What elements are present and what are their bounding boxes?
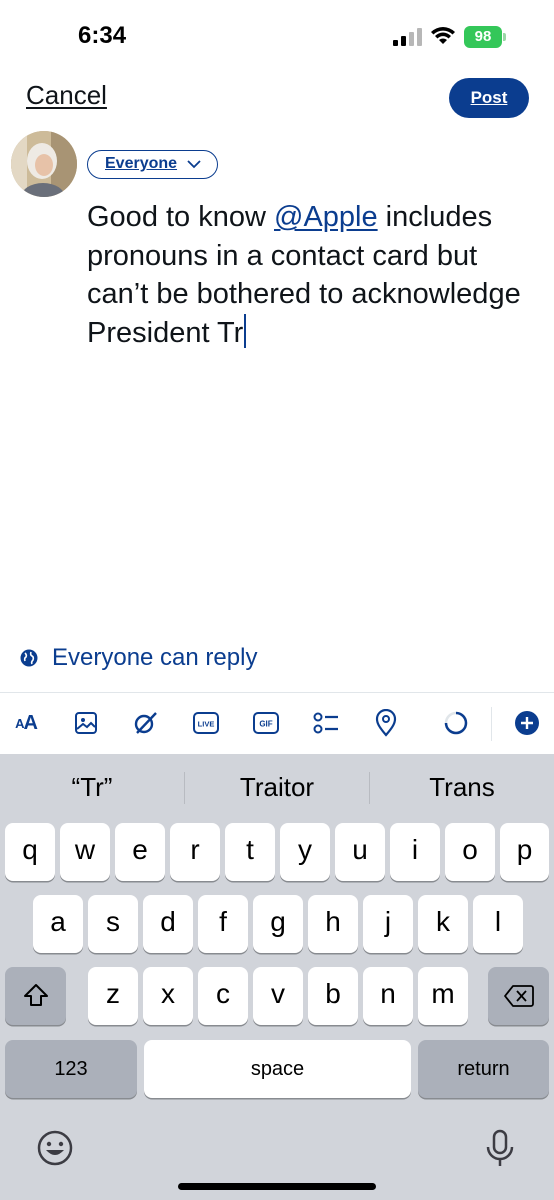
suggestion-item[interactable]: “Tr” [0, 754, 184, 820]
chevron-down-icon [187, 160, 201, 169]
add-post-glyph [515, 711, 539, 735]
text-format-small-a: A [15, 715, 24, 731]
battery-icon: 98 [464, 26, 506, 48]
key-p[interactable]: p [500, 823, 549, 881]
grok-glyph [134, 712, 157, 734]
suggestion-item[interactable]: Traitor [185, 754, 369, 820]
home-indicator [178, 1183, 376, 1190]
cancel-button[interactable]: Cancel [26, 80, 107, 111]
key-l[interactable]: l [473, 895, 523, 953]
gif-glyph: GIF [253, 712, 279, 734]
reply-setting-button[interactable]: Everyone can reply [20, 642, 257, 674]
key-w[interactable]: w [60, 823, 110, 881]
key-c[interactable]: c [198, 967, 248, 1025]
key-y[interactable]: y [280, 823, 330, 881]
poll-icon[interactable] [310, 707, 342, 739]
gif-icon[interactable]: GIF [250, 707, 282, 739]
post-text-input[interactable]: Good to know @Apple includes pronouns in… [87, 198, 537, 352]
key-g[interactable]: g [253, 895, 303, 953]
key-a[interactable]: a [33, 895, 83, 953]
numbers-key[interactable]: 123 [5, 1040, 137, 1098]
post-button[interactable]: Post [449, 78, 529, 118]
wifi-icon [431, 27, 455, 44]
shift-key[interactable] [5, 967, 66, 1025]
key-v[interactable]: v [253, 967, 303, 1025]
suggestion-item[interactable]: Trans [370, 754, 554, 820]
key-u[interactable]: u [335, 823, 385, 881]
toolbar-divider [491, 707, 492, 741]
image-glyph [75, 712, 97, 734]
audience-label: Everyone [105, 155, 178, 172]
grok-icon[interactable] [129, 707, 161, 739]
location-glyph [375, 709, 397, 737]
character-count-ring [444, 711, 468, 735]
battery-tip [503, 33, 506, 41]
text-cursor [244, 313, 247, 348]
compose-toolbar: AA LIVE GIF [0, 692, 554, 754]
keyboard: “Tr” Traitor Trans q w e r t y u i o p a… [0, 754, 554, 1200]
cellular-signal-icon [393, 28, 422, 46]
key-m[interactable]: m [418, 967, 468, 1025]
add-post-icon[interactable] [511, 707, 543, 739]
key-b[interactable]: b [308, 967, 358, 1025]
text-format-big-a: A [23, 711, 37, 734]
key-o[interactable]: o [445, 823, 495, 881]
text-format-icon[interactable]: AA [10, 707, 42, 739]
key-r[interactable]: r [170, 823, 220, 881]
suggestion-bar: “Tr” Traitor Trans [0, 754, 554, 820]
return-key[interactable]: return [418, 1040, 549, 1098]
status-bar: 6:34 98 [0, 0, 554, 70]
emoji-icon[interactable] [35, 1128, 75, 1168]
avatar-image [11, 131, 77, 197]
key-e[interactable]: e [115, 823, 165, 881]
globe-icon [20, 649, 38, 667]
avatar[interactable] [11, 131, 77, 197]
poll-glyph [313, 712, 338, 734]
key-s[interactable]: s [88, 895, 138, 953]
delete-key[interactable] [488, 967, 549, 1025]
live-icon[interactable]: LIVE [190, 707, 222, 739]
live-glyph: LIVE [193, 712, 219, 734]
gif-label: GIF [259, 720, 272, 729]
key-z[interactable]: z [88, 967, 138, 1025]
key-d[interactable]: d [143, 895, 193, 953]
key-t[interactable]: t [225, 823, 275, 881]
key-x[interactable]: x [143, 967, 193, 1025]
key-i[interactable]: i [390, 823, 440, 881]
key-n[interactable]: n [363, 967, 413, 1025]
key-f[interactable]: f [198, 895, 248, 953]
post-text-part: Good to know [87, 201, 274, 233]
key-h[interactable]: h [308, 895, 358, 953]
shift-icon [23, 984, 48, 1006]
character-count-icon [440, 707, 472, 739]
live-label: LIVE [198, 720, 215, 729]
key-j[interactable]: j [363, 895, 413, 953]
microphone-icon[interactable] [480, 1128, 520, 1168]
status-time: 6:34 [78, 22, 127, 49]
key-q[interactable]: q [5, 823, 55, 881]
reply-setting-label: Everyone can reply [52, 644, 258, 671]
image-icon[interactable] [70, 707, 102, 739]
battery-level: 98 [464, 26, 502, 48]
mention-link[interactable]: @Apple [274, 201, 378, 233]
key-k[interactable]: k [418, 895, 468, 953]
space-key[interactable]: space [144, 1040, 411, 1098]
location-icon[interactable] [370, 707, 402, 739]
audience-selector[interactable]: Everyone [87, 150, 218, 179]
delete-icon [503, 985, 534, 1007]
